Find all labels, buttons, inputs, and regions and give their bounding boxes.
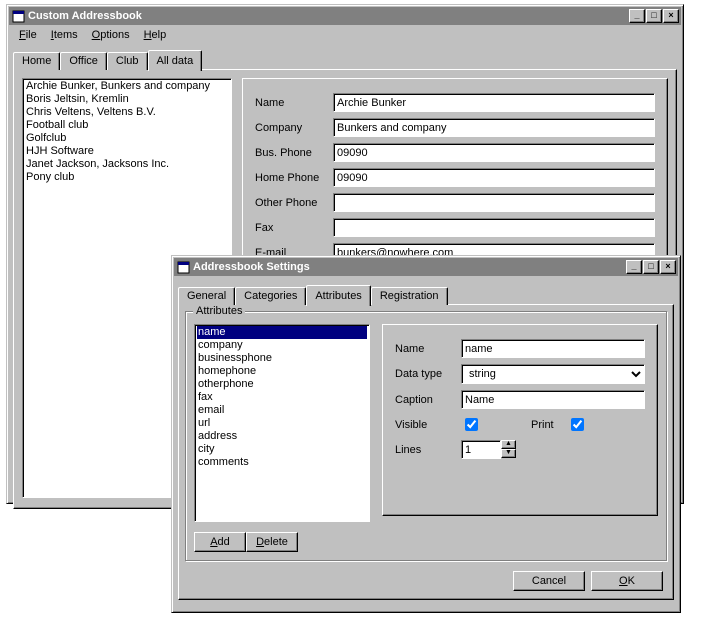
list-item[interactable]: email — [197, 404, 367, 417]
attr-caption-field[interactable] — [461, 390, 645, 409]
settings-title: Addressbook Settings — [193, 261, 625, 273]
add-button[interactable]: Add — [194, 532, 246, 552]
menu-file[interactable]: File — [13, 28, 43, 42]
list-item[interactable]: otherphone — [197, 378, 367, 391]
close-button[interactable]: × — [663, 9, 679, 23]
menu-help[interactable]: Help — [138, 28, 173, 42]
ok-button[interactable]: OK — [591, 571, 663, 591]
settings-maximize-button[interactable]: □ — [643, 260, 659, 274]
label-name: Name — [255, 97, 333, 109]
app-icon — [11, 9, 25, 23]
settings-window: Addressbook Settings _ □ × General Categ… — [171, 255, 681, 613]
label-company: Company — [255, 122, 333, 134]
attr-visible-label: Visible — [395, 419, 461, 431]
tab-registration[interactable]: Registration — [371, 287, 448, 305]
maximize-button[interactable]: □ — [646, 9, 662, 23]
label-fax: Fax — [255, 222, 333, 234]
attr-lines-field[interactable] — [461, 440, 501, 459]
list-item[interactable]: businessphone — [197, 352, 367, 365]
lines-spin-down[interactable]: ▼ — [501, 449, 516, 458]
settings-icon — [176, 260, 190, 274]
lines-spin-up[interactable]: ▲ — [501, 440, 516, 449]
menu-options[interactable]: Options — [86, 28, 136, 42]
attributes-group-label: Attributes — [193, 305, 245, 317]
attr-print-checkbox[interactable] — [571, 418, 584, 431]
homephone-field[interactable] — [333, 168, 655, 187]
name-field[interactable] — [333, 93, 655, 112]
list-item[interactable]: Janet Jackson, Jacksons Inc. — [25, 158, 229, 171]
company-field[interactable] — [333, 118, 655, 137]
tab-office[interactable]: Office — [60, 52, 107, 70]
cancel-button[interactable]: Cancel — [513, 571, 585, 591]
settings-tabs: General Categories Attributes Registrati… — [178, 284, 674, 305]
label-homephone: Home Phone — [255, 172, 333, 184]
list-item[interactable]: name — [197, 326, 367, 339]
list-item[interactable]: HJH Software — [25, 145, 229, 158]
tab-general[interactable]: General — [178, 287, 235, 305]
list-item[interactable]: fax — [197, 391, 367, 404]
tab-home[interactable]: Home — [13, 52, 60, 70]
settings-titlebar[interactable]: Addressbook Settings _ □ × — [174, 258, 678, 276]
main-tabs: Home Office Club All data — [13, 49, 677, 70]
fax-field[interactable] — [333, 218, 655, 237]
settings-minimize-button[interactable]: _ — [626, 260, 642, 274]
list-item[interactable]: url — [197, 417, 367, 430]
list-item[interactable]: city — [197, 443, 367, 456]
tab-attributes[interactable]: Attributes — [306, 285, 370, 306]
busphone-field[interactable] — [333, 143, 655, 162]
attr-datatype-select[interactable]: string — [461, 364, 645, 384]
minimize-button[interactable]: _ — [629, 9, 645, 23]
tab-categories[interactable]: Categories — [235, 287, 306, 305]
list-item[interactable]: Golfclub — [25, 132, 229, 145]
delete-button[interactable]: Delete — [246, 532, 298, 552]
menubar: File Items Options Help — [7, 27, 683, 43]
attr-caption-label: Caption — [395, 394, 461, 406]
menu-items[interactable]: Items — [45, 28, 84, 42]
attributes-list[interactable]: namecompanybusinessphonehomephoneotherph… — [194, 324, 370, 522]
titlebar[interactable]: Custom Addressbook _ □ × — [9, 7, 681, 25]
tab-alldata[interactable]: All data — [148, 50, 203, 71]
list-item[interactable]: homephone — [197, 365, 367, 378]
otherphone-field[interactable] — [333, 193, 655, 212]
list-item[interactable]: Boris Jeltsin, Kremlin — [25, 93, 229, 106]
window-title: Custom Addressbook — [28, 10, 628, 22]
label-otherphone: Other Phone — [255, 197, 333, 209]
attr-lines-label: Lines — [395, 444, 461, 456]
attr-name-label: Name — [395, 343, 461, 355]
list-item[interactable]: Football club — [25, 119, 229, 132]
attr-datatype-label: Data type — [395, 368, 461, 380]
attr-name-field[interactable] — [461, 339, 645, 358]
list-item[interactable]: comments — [197, 456, 367, 469]
settings-close-button[interactable]: × — [660, 260, 676, 274]
list-item[interactable]: Pony club — [25, 171, 229, 184]
tab-club[interactable]: Club — [107, 52, 148, 70]
attr-print-label: Print — [531, 419, 567, 431]
list-item[interactable]: Chris Veltens, Veltens B.V. — [25, 106, 229, 119]
list-item[interactable]: address — [197, 430, 367, 443]
label-busphone: Bus. Phone — [255, 147, 333, 159]
list-item[interactable]: company — [197, 339, 367, 352]
attr-visible-checkbox[interactable] — [465, 418, 478, 431]
list-item[interactable]: Archie Bunker, Bunkers and company — [25, 80, 229, 93]
